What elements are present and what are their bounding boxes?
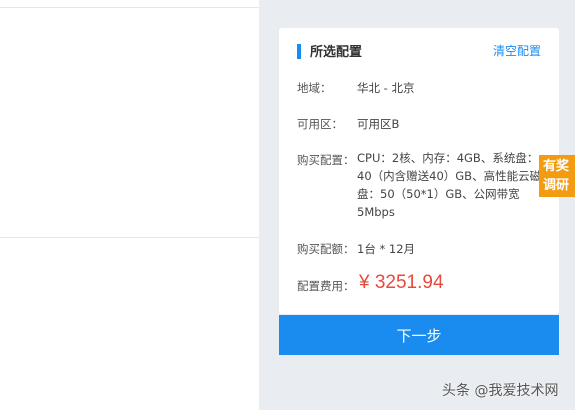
- clear-config-link[interactable]: 清空配置: [493, 42, 541, 59]
- zone-value: 可用区B: [357, 117, 400, 131]
- config-label: 购买配置：: [297, 153, 355, 167]
- divider-top: [0, 7, 259, 8]
- next-step-button[interactable]: 下一步: [279, 315, 559, 355]
- divider-middle: [0, 237, 259, 238]
- cost-value: ¥ 3251.94: [359, 272, 444, 293]
- config-value: CPU：2核、内存：4GB、系统盘：40（内含赠送40）GB、高性能云磁盘：50…: [357, 151, 542, 219]
- region-label: 地域：: [297, 81, 332, 95]
- survey-tab-line2: 调研: [543, 178, 570, 193]
- amount-label: 购买配额：: [297, 242, 355, 256]
- card-title: 所选配置: [310, 45, 363, 60]
- title-accent-bar: [297, 44, 301, 59]
- survey-tab-line1: 有奖: [543, 159, 570, 174]
- amount-value: 1台 * 12月: [357, 242, 416, 256]
- config-summary-card: 所选配置 清空配置 地域： 华北 - 北京 可用区： 可用区B 购买配置： CP…: [279, 28, 559, 314]
- watermark: 头条 @我爱技术网: [442, 383, 559, 399]
- main-content-area: [0, 0, 259, 410]
- cost-label: 配置费用：: [297, 279, 355, 293]
- region-value: 华北 - 北京: [357, 81, 415, 95]
- survey-tab[interactable]: 有奖 调研: [539, 155, 575, 197]
- zone-label: 可用区：: [297, 117, 343, 131]
